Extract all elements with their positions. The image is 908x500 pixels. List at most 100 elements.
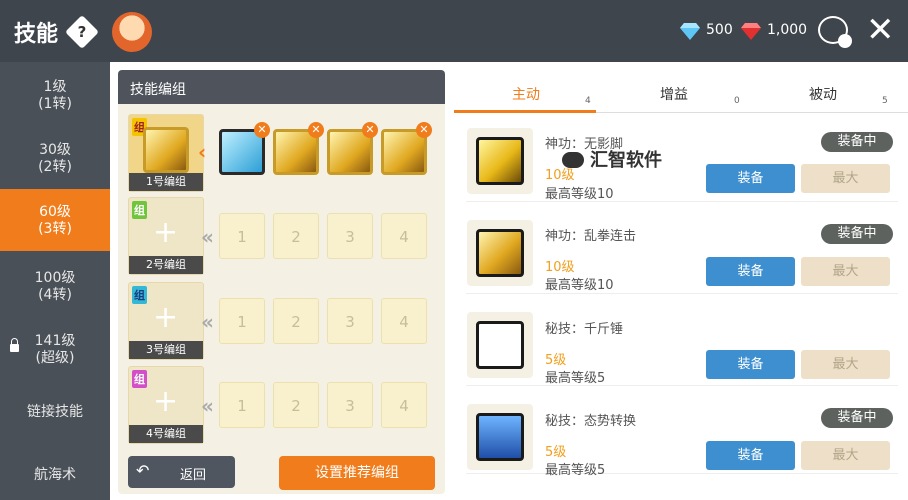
skill-icon: [467, 128, 533, 194]
skill-name: 神功：乱拳连击: [545, 229, 637, 244]
chevron-left-icon: ‹: [198, 140, 207, 164]
empty-slot[interactable]: 1: [219, 213, 265, 259]
sidebar-sublabel: (2转): [38, 159, 72, 175]
skill-level: 5级: [545, 445, 567, 460]
equip-button[interactable]: 装备: [706, 257, 795, 286]
empty-slot[interactable]: 1: [219, 382, 265, 428]
help-icon-glyph: ?: [77, 23, 87, 41]
group-card-2[interactable]: 组 + 2号编组: [128, 197, 204, 275]
add-icon: +: [153, 384, 179, 419]
empty-slot[interactable]: 4: [381, 213, 427, 259]
group-name: 3号编组: [129, 341, 203, 359]
skill-group-title: 技能编组: [118, 70, 445, 104]
back-button[interactable]: ↶ 返回: [128, 456, 235, 488]
sidebar-sublabel: (3转): [38, 221, 72, 237]
stance-skill-icon: [476, 413, 524, 461]
close-icon[interactable]: ✕: [866, 10, 895, 50]
group-badge: 组: [132, 370, 147, 388]
max-button[interactable]: 最大: [801, 257, 890, 286]
empty-slot[interactable]: 3: [327, 213, 373, 259]
group-card-3[interactable]: 组 + 3号编组: [128, 282, 204, 360]
remove-skill-icon[interactable]: ✕: [308, 122, 324, 138]
tab-active-indicator: [454, 110, 596, 113]
skill-icon: [467, 312, 533, 378]
character-avatar[interactable]: [112, 12, 152, 52]
equip-button[interactable]: 装备: [706, 164, 795, 193]
sidebar-item-141[interactable]: 141级 (超级): [0, 333, 110, 373]
sidebar-sublabel: (4转): [38, 287, 72, 303]
ruby-icon: [741, 23, 761, 40]
skill-icon: [467, 404, 533, 470]
empty-slot[interactable]: 3: [327, 298, 373, 344]
skill-max-level: 最高等级5: [545, 371, 606, 386]
equipped-badge: 装备中: [821, 224, 893, 244]
tab-count: 4: [585, 96, 591, 106]
back-label: 返回: [180, 468, 207, 483]
skill-icon: [467, 220, 533, 286]
tab-buff-skills[interactable]: 增益: [660, 84, 688, 104]
sidebar-sublabel: (1转): [38, 96, 72, 112]
set-recommended-group-button[interactable]: 设置推荐编组: [279, 456, 435, 490]
sidebar-item-1[interactable]: 1级 (1转): [0, 79, 110, 119]
watermark: 汇智软件: [562, 146, 662, 172]
equipped-badge: 装备中: [821, 132, 893, 152]
sidebar-label: 30级: [39, 142, 71, 158]
chevron-left-icon: «: [201, 310, 214, 334]
tab-active-skills[interactable]: 主动: [512, 84, 540, 104]
add-icon: +: [153, 300, 179, 335]
tab-count: 5: [882, 96, 888, 106]
add-icon: +: [153, 215, 179, 250]
skill-max-level: 最高等级10: [545, 187, 614, 202]
empty-slot[interactable]: 2: [273, 382, 319, 428]
tab-passive-skills[interactable]: 被动: [809, 84, 837, 104]
group-badge: 组: [132, 286, 147, 304]
skill-max-level: 最高等级10: [545, 278, 614, 293]
group-name: 4号编组: [129, 425, 203, 443]
hammer-skill-icon: [476, 321, 524, 369]
remove-skill-icon[interactable]: ✕: [254, 122, 270, 138]
sidebar-label: 100级: [34, 270, 76, 286]
group-badge: 组: [132, 201, 147, 219]
ruby-count: 1,000: [767, 22, 808, 38]
page-title: 技能: [14, 22, 59, 47]
sidebar-label: 1级: [43, 79, 67, 95]
diamond-count: 500: [706, 22, 733, 38]
empty-slot[interactable]: 2: [273, 213, 319, 259]
sidebar-item-navigation[interactable]: 航海术: [0, 467, 110, 487]
max-button[interactable]: 最大: [801, 164, 890, 193]
equip-button[interactable]: 装备: [706, 350, 795, 379]
empty-slot[interactable]: 2: [273, 298, 319, 344]
help-icon[interactable]: ?: [65, 15, 99, 49]
watermark-text: 汇智软件: [590, 150, 662, 171]
skill-max-level: 最高等级5: [545, 463, 606, 478]
empty-slot[interactable]: 4: [381, 298, 427, 344]
remove-skill-icon[interactable]: ✕: [416, 122, 432, 138]
group-name: 1号编组: [129, 173, 203, 191]
group-skill-icon: [143, 127, 189, 173]
group-card-1[interactable]: 组 1号编组: [128, 114, 204, 192]
kick-skill-icon: [476, 137, 524, 185]
max-button[interactable]: 最大: [801, 350, 890, 379]
empty-slot[interactable]: 3: [327, 382, 373, 428]
skill-name: 秘技：态势转换: [545, 414, 637, 429]
sidebar-item-link-skills[interactable]: 链接技能: [0, 404, 110, 424]
skill-name: 秘技：千斤锤: [545, 322, 624, 337]
chevron-left-icon: «: [201, 394, 214, 418]
back-arrow-icon: ↶: [136, 461, 150, 480]
sidebar-item-30[interactable]: 30级 (2转): [0, 142, 110, 182]
group-card-4[interactable]: 组 + 4号编组: [128, 366, 204, 444]
sidebar-sublabel: (超级): [35, 350, 75, 366]
skill-level: 5级: [545, 353, 567, 368]
sidebar-item-60[interactable]: 60级 (3转): [0, 189, 110, 251]
max-button[interactable]: 最大: [801, 441, 890, 470]
tab-count: 0: [734, 96, 740, 106]
remove-skill-icon[interactable]: ✕: [362, 122, 378, 138]
empty-slot[interactable]: 4: [381, 382, 427, 428]
skill-search-icon[interactable]: [818, 16, 852, 48]
empty-slot[interactable]: 1: [219, 298, 265, 344]
sidebar-item-100[interactable]: 100级 (4转): [0, 270, 110, 310]
chevron-left-icon: «: [201, 225, 214, 249]
fist-skill-icon: [476, 229, 524, 277]
equip-button[interactable]: 装备: [706, 441, 795, 470]
equipped-badge: 装备中: [821, 408, 893, 428]
